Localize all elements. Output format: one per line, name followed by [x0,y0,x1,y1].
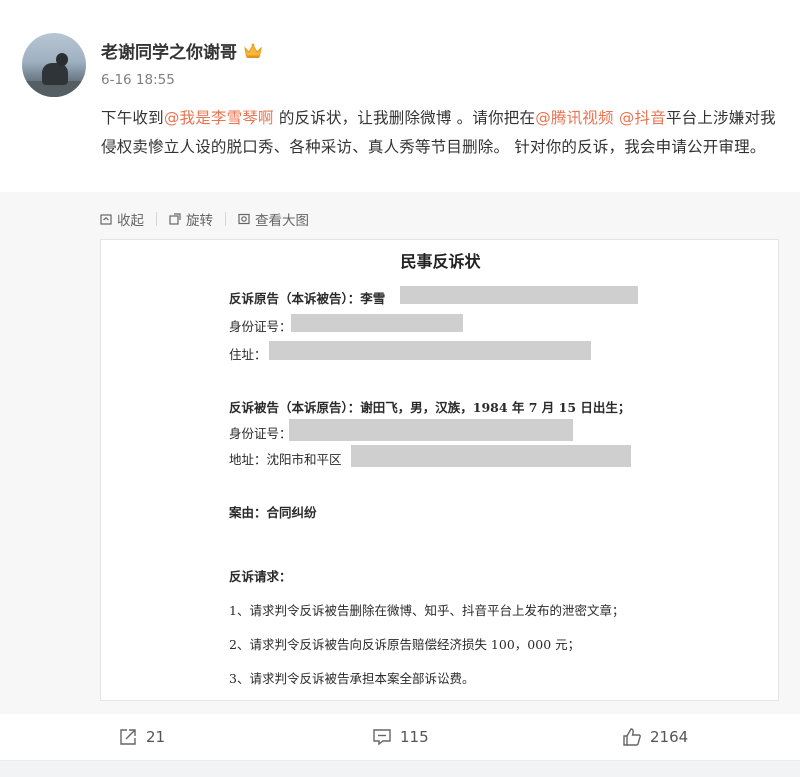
post-text-segment: 下午收到 [101,109,164,127]
collapse-button[interactable]: 收起 [100,209,144,229]
repost-button[interactable]: 21 [118,727,165,747]
doc-line-claim-3: 3、请求判令反诉被告承担本案全部诉讼费。 [229,671,475,686]
post-action-bar: 21 115 2164 [0,714,800,760]
repost-count: 21 [146,728,166,746]
crown-badge-icon[interactable] [243,43,263,59]
redaction-block [289,419,573,441]
doc-line-id-number: 身份证号： [229,426,292,441]
mention-link-douyin[interactable]: @抖音 [619,109,666,127]
weibo-post-card: 老谢同学之你谢哥 6-16 18:55 下午收到@我是李雪琴啊 的反诉状，让我删… [0,0,800,760]
avatar-figure [42,63,68,85]
document-title: 民事反诉状 [400,252,481,271]
lawsuit-document-image[interactable]: 民事反诉状 反诉原告（本诉被告）：李雪 身份证号： 住址： 反诉被告（本诉原告）… [100,239,779,701]
doc-line-claims-title: 反诉请求： [229,569,292,584]
post-timestamp[interactable]: 6-16 18:55 [101,72,175,88]
comment-count: 115 [400,728,429,746]
feed-separator [0,760,800,777]
toolbar-divider [225,212,226,226]
user-avatar[interactable] [22,33,86,97]
post-author: 老谢同学之你谢哥 [101,38,263,63]
like-button[interactable]: 2164 [622,727,688,747]
doc-line-address: 住址： [229,347,267,362]
redaction-block [351,445,631,467]
share-icon [120,729,136,745]
rotate-icon [169,213,181,225]
avatar-figure-head [56,53,68,66]
rotate-button[interactable]: 旋转 [169,209,213,229]
doc-line-defendant: 反诉被告（本诉原告）：谢田飞，男，汉族，1984 年 7 月 15 日出生； [229,400,631,415]
media-expanded-area: 收起 旋转 查看大图 民事反诉状 反诉原告（本诉被告）：李雪 身份证号： 住址：… [0,192,800,714]
doc-line-id-number: 身份证号： [229,319,292,334]
rotate-label: 旋转 [186,213,213,229]
redaction-block [291,314,463,332]
redaction-block [269,341,591,360]
doc-line-plaintiff: 反诉原告（本诉被告）：李雪 [229,291,386,306]
media-toolbar: 收起 旋转 查看大图 [100,209,309,229]
comment-icon [373,729,391,746]
doc-line-address: 地址：沈阳市和平区 [229,452,342,467]
thumbs-up-icon [623,728,641,746]
toolbar-divider [156,212,157,226]
username-link[interactable]: 老谢同学之你谢哥 [101,38,237,63]
post-text-segment: 的反诉状，让我删除微博 。请你把在 [273,109,536,127]
collapse-label: 收起 [117,213,144,229]
doc-line-claim-1: 1、请求判令反诉被告删除在微博、知乎、抖音平台上发布的泄密文章； [229,603,625,618]
view-large-image-icon [238,213,250,225]
comment-button[interactable]: 115 [372,727,429,747]
mention-link-tencent-video[interactable]: @腾讯视频 [535,109,614,127]
view-large-image-button[interactable]: 查看大图 [238,209,309,229]
doc-line-case: 案由：合同纠纷 [229,505,317,520]
collapse-icon [100,214,112,225]
view-large-image-label: 查看大图 [255,213,309,229]
mention-link-li-xueqin[interactable]: @我是李雪琴啊 [164,109,274,127]
redaction-block [400,286,638,304]
post-text: 下午收到@我是李雪琴啊 的反诉状，让我删除微博 。请你把在@腾讯视频 @抖音平台… [101,104,791,161]
like-count: 2164 [650,728,689,746]
doc-line-claim-2: 2、请求判令反诉被告向反诉原告赔偿经济损失 100，000 元； [229,637,581,652]
